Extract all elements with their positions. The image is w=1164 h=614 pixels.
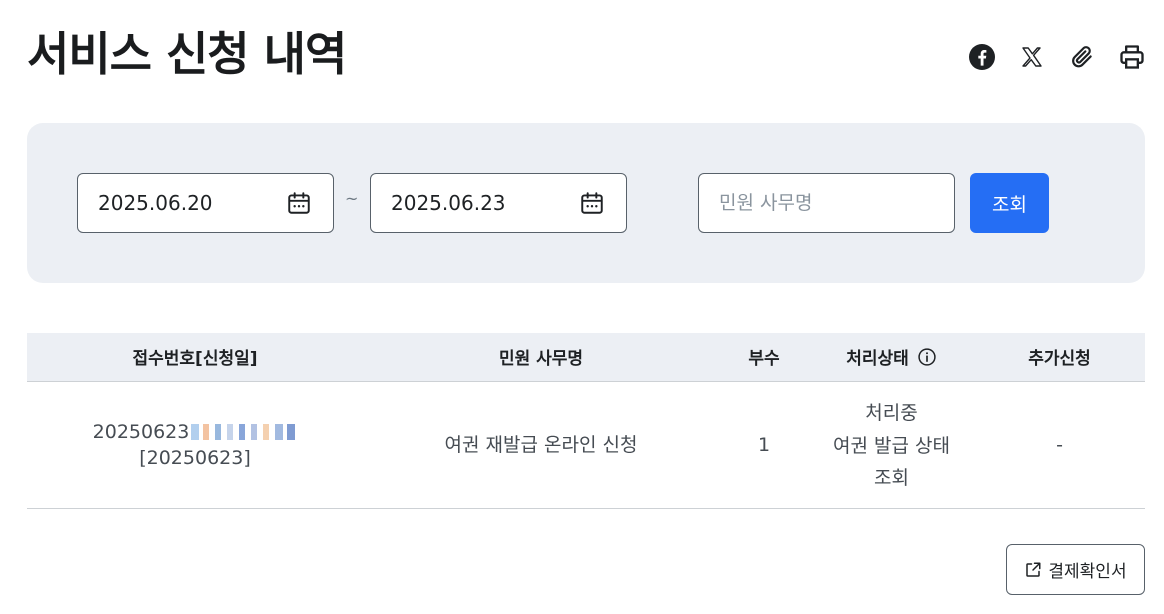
search-button[interactable]: 조회 [970, 173, 1049, 233]
service-name-cell: 여권 재발급 온라인 신청 [363, 381, 719, 509]
column-header-copies: 부수 [719, 333, 809, 382]
apply-date: [20250623] [139, 446, 251, 469]
status-cell: 처리중 여권 발급 상태 조회 [809, 381, 974, 509]
column-header-service-name: 민원 사무명 [363, 333, 719, 382]
external-link-icon [1026, 562, 1041, 577]
payment-receipt-label: 결제확인서 [1048, 562, 1127, 582]
service-name-input[interactable] [698, 173, 955, 233]
table-row: 20250623 [20250623] 여권 재발급 온라인 신청 1 처리중 … [27, 381, 1145, 509]
receipt-cell: 20250623 [20250623] [27, 381, 363, 509]
calendar-icon[interactable] [578, 189, 606, 217]
date-range-separator: ~ [345, 189, 359, 208]
end-date-value: 2025.06.23 [391, 191, 506, 215]
additional-cell: - [974, 381, 1145, 509]
print-button[interactable] [1118, 40, 1146, 74]
masked-receipt-suffix [191, 423, 298, 440]
calendar-icon[interactable] [285, 189, 313, 217]
copy-link-button[interactable] [1068, 40, 1096, 74]
x-share-button[interactable] [1018, 40, 1046, 74]
printer-icon [1120, 45, 1144, 69]
end-date-field[interactable]: 2025.06.23 [370, 173, 627, 233]
column-header-receipt: 접수번호[신청일] [27, 333, 363, 382]
facebook-icon [969, 44, 995, 70]
facebook-share-button[interactable] [968, 40, 996, 74]
application-history-table: 접수번호[신청일] 민원 사무명 부수 처리상태 추가신청 20250623 [… [27, 333, 1145, 509]
page-title: 서비스 신청 내역 [27, 27, 347, 81]
column-header-additional: 추가신청 [974, 333, 1145, 382]
copies-cell: 1 [719, 381, 809, 509]
table-header-row: 접수번호[신청일] 민원 사무명 부수 처리상태 추가신청 [27, 333, 1145, 382]
x-twitter-icon [1022, 47, 1042, 67]
status-link-line2: 조회 [874, 466, 909, 489]
share-toolbar [968, 40, 1146, 74]
start-date-field[interactable]: 2025.06.20 [77, 173, 334, 233]
search-panel: 2025.06.20 ~ 2025.06.23 조회 [27, 123, 1145, 283]
receipt-number: 20250623 [92, 420, 190, 443]
info-icon[interactable] [917, 347, 937, 367]
status-header-label: 처리상태 [846, 349, 909, 370]
status-link-line1: 여권 발급 상태 [833, 434, 950, 457]
status-text: 처리중 [865, 401, 918, 424]
column-header-status: 처리상태 [809, 333, 974, 382]
start-date-value: 2025.06.20 [98, 191, 213, 215]
paperclip-icon [1072, 46, 1092, 68]
passport-status-link[interactable]: 여권 발급 상태 조회 [809, 430, 974, 494]
payment-receipt-button[interactable]: 결제확인서 [1006, 544, 1145, 595]
